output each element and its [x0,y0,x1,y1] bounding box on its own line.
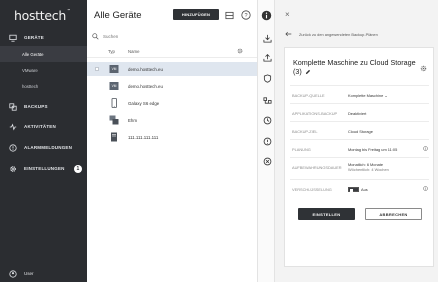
add-button[interactable]: HINZUFÜGEN [173,9,219,20]
encryption-control: Aus [348,187,368,193]
row-checkbox[interactable] [95,67,99,71]
gear-icon [10,165,16,172]
apply-button[interactable]: EINSTELLEN [298,208,355,220]
logo[interactable]: hosttech™ [14,8,71,23]
pencil-icon[interactable] [305,69,311,75]
alert-circle-icon [9,143,17,152]
nav-all-devices[interactable]: Alle Geräte [0,46,87,62]
svg-text:?: ? [244,13,247,19]
connect-icon[interactable] [262,95,272,105]
table-row[interactable]: VM demo.hosttech.eu [87,79,257,93]
nav-backups[interactable]: BACKUPS [0,98,87,115]
clock-icon[interactable] [262,115,272,125]
sidebar: hosttech™ GERÄTE Alle Geräte VMware host… [0,0,87,282]
svg-text:VM: VM [112,67,117,71]
nav-vmware[interactable]: VMware [0,62,87,78]
list-view-icon[interactable] [223,9,235,21]
table-row[interactable]: 111.111.111.111 [87,130,257,144]
field-schedule: PLANUNG Montag bis Freitag um 11:05 [290,139,429,157]
backup-target-value[interactable]: Cloud Storage [348,129,373,134]
plan-title: Komplette Maschine zu Cloud Storage (3) [293,58,416,76]
info-icon[interactable] [260,9,272,21]
retention-value[interactable]: Monatlich: 6 Monate Wöchentlich: 4 Woche… [348,162,389,172]
backup-source-dropdown[interactable]: Komplette Maschine ⌄ [348,93,388,98]
app-backup-value[interactable]: Deaktiviert [348,111,366,116]
column-name[interactable]: Name [128,49,139,54]
table-row[interactable]: Ehm [87,113,257,127]
table-row[interactable]: Galaxy S6 edge [87,96,257,110]
schedule-value[interactable]: Montag bis Freitag um 11:05 [348,147,397,152]
table-header: Typ Name [87,46,257,58]
nav-settings[interactable]: EINSTELLUNGEN 1 [0,160,87,177]
encryption-info-icon[interactable] [423,186,428,192]
field-backup-source: BACKUP-QUELLE Komplette Maschine ⌄ [290,85,429,103]
vm-icon [109,115,119,125]
back-link[interactable]: Zurück zu den angewendeten Backup-Plänen [275,28,438,40]
search-input[interactable] [103,33,243,39]
search-icon [92,32,99,40]
server-icon: VM [109,65,119,73]
column-type[interactable]: Typ [108,49,115,54]
table-row[interactable]: VM demo.hosttech.eu [87,62,257,76]
settings-badge: 1 [74,164,82,173]
arrow-left-icon [285,31,292,37]
device-list-pane: Alle Geräte HINZUFÜGEN ? Typ Name VM dem… [87,0,257,282]
download-icon[interactable] [262,33,272,43]
field-retention: AUFBEWAHRUNGSDAUER Monatlich: 6 Monate W… [290,157,429,179]
field-app-backup: APPLIKATIONS-BACKUP Deaktiviert [290,103,429,121]
plan-settings-icon[interactable] [420,59,427,77]
field-encryption: VERSCHLÜSSELUNG Aus [290,179,429,197]
alert-icon[interactable] [262,136,272,146]
cancel-button[interactable]: ABBRECHEN [365,208,422,220]
user-icon [9,269,17,278]
help-icon[interactable]: ? [240,9,252,21]
nav-activities[interactable]: AKTIVITÄTEN [0,118,87,135]
column-settings-icon[interactable] [237,48,243,55]
page-title: Alle Geräte [94,10,142,21]
tool-strip [257,0,275,282]
copy-icon [9,102,17,111]
shield-icon[interactable] [262,73,272,83]
svg-text:VM: VM [112,84,117,88]
close-icon[interactable]: × [285,10,290,19]
field-backup-target: BACKUP-ZIEL Cloud Storage [290,121,429,139]
upload-icon[interactable] [262,52,272,62]
plan-card: Komplette Maschine zu Cloud Storage (3) … [284,47,434,267]
nav-user[interactable]: User [0,265,87,282]
encryption-toggle[interactable] [348,187,359,193]
detail-panel: × Zurück zu den angewendeten Backup-Plän… [275,0,438,282]
search-bar [92,30,252,42]
nav-alarms[interactable]: ALARMMELDUNGEN [0,139,87,156]
server-icon: VM [109,82,119,90]
phone-icon [111,98,117,108]
monitor-icon [9,34,17,42]
nav-devices[interactable]: GERÄTE [0,29,87,46]
schedule-info-icon[interactable] [423,146,428,152]
nav-hosttech[interactable]: hosttech [0,78,87,94]
activity-icon [9,122,17,131]
delete-icon[interactable] [262,156,272,166]
desktop-icon [111,132,117,142]
